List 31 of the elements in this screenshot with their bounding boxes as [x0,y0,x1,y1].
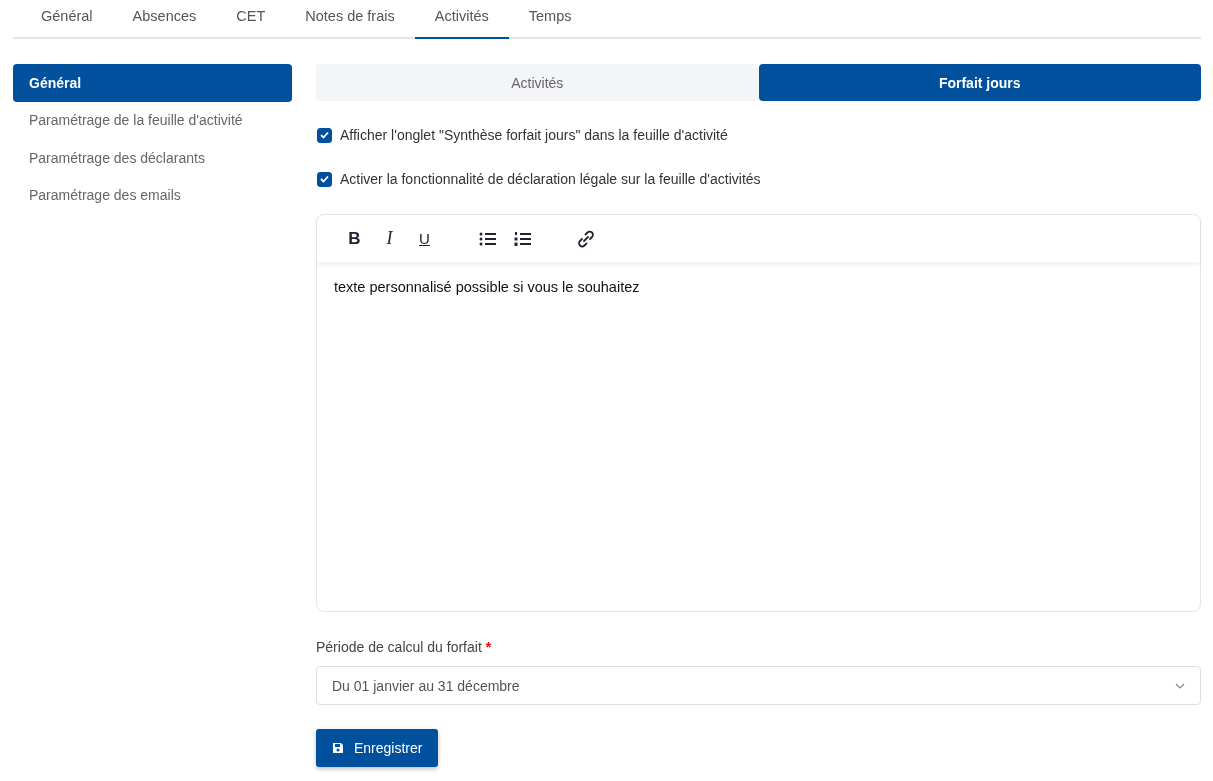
field-label: Période de calcul du forfait [316,639,482,655]
checkbox[interactable] [317,127,332,143]
segment-tab[interactable]: Activités [316,64,759,101]
checkmark-icon [320,175,329,183]
numbered-list-icon [513,230,532,247]
sidebar-item[interactable]: Paramétrage des emails [13,176,292,214]
sidebar-item[interactable]: Paramétrage des déclarants [13,139,292,177]
save-button[interactable]: Enregistrer [316,729,439,767]
chevron-down-icon [1175,682,1185,689]
format-button[interactable]: I [372,223,407,254]
rich-text-editor[interactable]: B I U texte personnalisé possible si vous le souhaitez [316,214,1201,612]
nav-tab[interactable]: Général [21,0,113,39]
checkbox-label: Afficher l'onglet "Synthèse forfait jours" dans la feuille d'activité [340,127,728,143]
editor-text: texte personnalisé possible si vous le souhaitez [333,278,641,297]
sidebar-item[interactable]: Paramétrage de la feuille d'activité [13,101,292,139]
format-button[interactable]: U [407,223,442,254]
checkmark-icon [320,131,329,139]
nav-tab[interactable]: Temps [508,0,592,39]
nav-tab[interactable]: Absences [112,0,217,39]
required-marker: * [485,639,492,655]
checkbox-label: Activer la fonctionnalité de déclaration légale sur la feuille d'activités [340,171,761,187]
nav-tab[interactable]: CET [216,0,286,39]
link-icon [575,228,596,249]
checkbox[interactable] [317,171,332,187]
nav-tab[interactable]: Activités [414,0,509,39]
format-button[interactable]: B [337,223,372,254]
nav-tab[interactable]: Notes de frais [285,0,415,39]
bullet-list-icon [478,230,497,247]
sidebar-item[interactable]: Général [13,64,292,102]
segment-tab[interactable]: Forfait jours [758,64,1201,101]
period-select[interactable]: Du 01 janvier au 31 décembre [316,666,1201,705]
